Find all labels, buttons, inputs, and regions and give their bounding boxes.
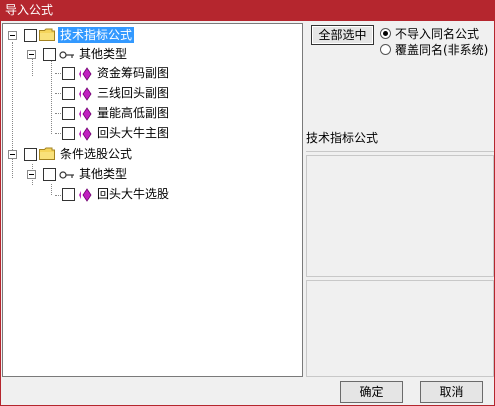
tree-node-checkbox[interactable] — [62, 87, 75, 100]
radio-button[interactable] — [380, 44, 391, 55]
tree-node-other-types[interactable]: 其他类型 — [27, 46, 167, 64]
tree-node-checkbox[interactable] — [62, 127, 75, 140]
window-frame-left — [0, 21, 1, 406]
collapse-toggle-icon[interactable] — [27, 170, 36, 179]
tree-node-label[interactable]: 量能高低副图 — [97, 105, 169, 121]
tree-node-label[interactable]: 资金筹码副图 — [97, 65, 169, 81]
tree-node-checkbox[interactable] — [43, 168, 56, 181]
folder-icon — [39, 147, 55, 160]
key-icon — [59, 171, 74, 179]
tree-leaf-formula[interactable]: 三线回头副图 — [62, 85, 192, 103]
formula-tree[interactable]: 技术指标公式 其他类型 资金筹码副图 三线回头副图 量能高低副图 回头大牛主图 … — [2, 23, 303, 377]
formula-preview-panel — [306, 280, 494, 377]
folder-icon — [39, 28, 55, 41]
formula-diamond-icon — [79, 87, 92, 101]
radio-button[interactable] — [380, 28, 391, 39]
info-divider — [306, 151, 494, 153]
tree-node-label[interactable]: 回头大牛选股 — [97, 186, 169, 202]
radio-label[interactable]: 不导入同名公式 — [395, 27, 479, 41]
tree-node-checkbox[interactable] — [24, 29, 37, 42]
tree-leaf-formula[interactable]: 资金筹码副图 — [62, 65, 192, 83]
key-icon — [59, 51, 74, 59]
tree-node-other-types[interactable]: 其他类型 — [27, 166, 167, 184]
tree-node-checkbox[interactable] — [62, 67, 75, 80]
window-title-bar: 导入公式 — [0, 0, 495, 21]
tree-node-label[interactable]: 条件选股公式 — [60, 146, 132, 162]
ok-button[interactable]: 确定 — [340, 381, 403, 403]
tree-node-checkbox[interactable] — [24, 148, 37, 161]
select-all-button[interactable]: 全部选中 — [311, 25, 374, 45]
formula-type-title: 技术指标公式 — [306, 131, 379, 145]
tree-node-checkbox[interactable] — [62, 188, 75, 201]
tree-line — [51, 55, 52, 134]
cancel-button[interactable]: 取消 — [420, 381, 483, 403]
tree-node-label[interactable]: 技术指标公式 — [58, 27, 135, 43]
tree-node-root-screening[interactable]: 条件选股公式 — [8, 146, 168, 164]
radio-overwrite-duplicates[interactable]: 覆盖同名(非系统) — [380, 43, 493, 57]
tree-leaf-formula[interactable]: 回头大牛选股 — [62, 186, 192, 204]
formula-diamond-icon — [79, 107, 92, 121]
tree-node-checkbox[interactable] — [43, 48, 56, 61]
tree-node-label[interactable]: 其他类型 — [79, 166, 127, 182]
collapse-toggle-icon[interactable] — [27, 50, 36, 59]
tree-node-label[interactable]: 回头大牛主图 — [97, 125, 169, 141]
tree-node-label[interactable]: 三线回头副图 — [97, 85, 169, 101]
tree-node-checkbox[interactable] — [62, 107, 75, 120]
collapse-toggle-icon[interactable] — [8, 150, 17, 159]
tree-node-label[interactable]: 其他类型 — [79, 46, 127, 62]
collapse-toggle-icon[interactable] — [8, 31, 17, 40]
formula-description-panel — [306, 155, 494, 277]
window-title: 导入公式 — [5, 3, 54, 17]
formula-diamond-icon — [79, 67, 92, 81]
radio-label[interactable]: 覆盖同名(非系统) — [395, 43, 488, 57]
tree-node-root-technical[interactable]: 技术指标公式 — [8, 27, 168, 45]
formula-diamond-icon — [79, 188, 92, 202]
tree-leaf-formula[interactable]: 量能高低副图 — [62, 105, 192, 123]
radio-skip-duplicates[interactable]: 不导入同名公式 — [380, 27, 492, 41]
tree-line — [51, 184, 52, 195]
formula-diamond-icon — [79, 127, 92, 141]
tree-leaf-formula[interactable]: 回头大牛主图 — [62, 125, 192, 143]
